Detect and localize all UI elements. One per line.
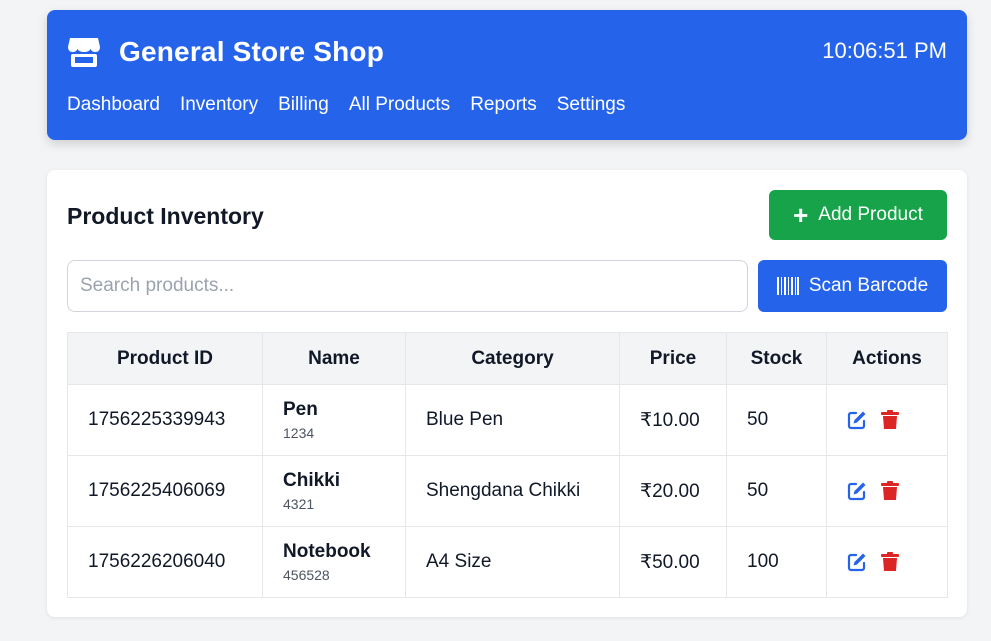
- add-product-label: Add Product: [818, 204, 923, 225]
- col-category[interactable]: Category: [405, 332, 620, 385]
- brand: General Store Shop: [67, 35, 384, 69]
- table-header-row: Product ID Name Category Price Stock Act…: [67, 332, 948, 385]
- inventory-card: Product Inventory + Add Product Scan Bar…: [47, 170, 967, 617]
- nav-reports[interactable]: Reports: [470, 94, 537, 116]
- nav-dashboard[interactable]: Dashboard: [67, 94, 160, 116]
- plus-icon: +: [793, 200, 809, 230]
- name-cell: Notebook 456528: [262, 526, 406, 598]
- category-cell: Blue Pen: [405, 384, 620, 456]
- product-name: Chikki: [283, 470, 341, 491]
- actions-cell: [826, 526, 948, 598]
- store-icon: [67, 35, 101, 69]
- trash-icon[interactable]: [881, 552, 899, 572]
- main-nav: Dashboard Inventory Billing All Products…: [67, 94, 645, 116]
- name-cell: Pen 1234: [262, 384, 406, 456]
- price-cell: ₹20.00: [619, 455, 727, 527]
- inventory-table: Product ID Name Category Price Stock Act…: [67, 332, 948, 598]
- trash-icon[interactable]: [881, 410, 899, 430]
- actions-cell: [826, 384, 948, 456]
- name-cell: Chikki 4321: [262, 455, 406, 527]
- price-cell: ₹10.00: [619, 384, 727, 456]
- table-row: 1756225339943 Pen 1234 Blue Pen ₹10.00 5…: [67, 384, 948, 456]
- product-id-cell: 1756225339943: [67, 384, 263, 456]
- product-code: 1234: [283, 425, 315, 441]
- edit-icon[interactable]: [847, 552, 867, 572]
- nav-billing[interactable]: Billing: [278, 94, 329, 116]
- search-input[interactable]: [67, 260, 748, 312]
- category-cell: A4 Size: [405, 526, 620, 598]
- category-cell: Shengdana Chikki: [405, 455, 620, 527]
- actions-cell: [826, 455, 948, 527]
- barcode-icon: [776, 276, 809, 296]
- stock-cell: 50: [726, 455, 827, 527]
- col-actions: Actions: [826, 332, 948, 385]
- edit-icon[interactable]: [847, 481, 867, 501]
- table-row: 1756226206040 Notebook 456528 A4 Size ₹5…: [67, 526, 948, 598]
- scan-barcode-button[interactable]: Scan Barcode: [758, 260, 947, 312]
- product-code: 4321: [283, 496, 315, 512]
- app-header: General Store Shop 10:06:51 PM Dashboard…: [47, 10, 967, 140]
- stock-cell: 50: [726, 384, 827, 456]
- col-price[interactable]: Price: [619, 332, 727, 385]
- price-cell: ₹50.00: [619, 526, 727, 598]
- nav-inventory[interactable]: Inventory: [180, 94, 258, 116]
- table-row: 1756225406069 Chikki 4321 Shengdana Chik…: [67, 455, 948, 527]
- product-name: Pen: [283, 399, 318, 420]
- page-title: Product Inventory: [67, 203, 264, 229]
- col-stock[interactable]: Stock: [726, 332, 827, 385]
- col-product-id[interactable]: Product ID: [67, 332, 263, 385]
- product-code: 456528: [283, 567, 330, 583]
- stock-cell: 100: [726, 526, 827, 598]
- app-title: General Store Shop: [119, 36, 384, 67]
- add-product-button[interactable]: + Add Product: [769, 190, 947, 240]
- product-id-cell: 1756225406069: [67, 455, 263, 527]
- product-id-cell: 1756226206040: [67, 526, 263, 598]
- product-name: Notebook: [283, 541, 371, 562]
- col-name[interactable]: Name: [262, 332, 406, 385]
- trash-icon[interactable]: [881, 481, 899, 501]
- nav-all-products[interactable]: All Products: [349, 94, 450, 116]
- nav-settings[interactable]: Settings: [557, 94, 626, 116]
- edit-icon[interactable]: [847, 410, 867, 430]
- scan-barcode-label: Scan Barcode: [808, 275, 929, 296]
- clock: 10:06:51 PM: [822, 38, 947, 63]
